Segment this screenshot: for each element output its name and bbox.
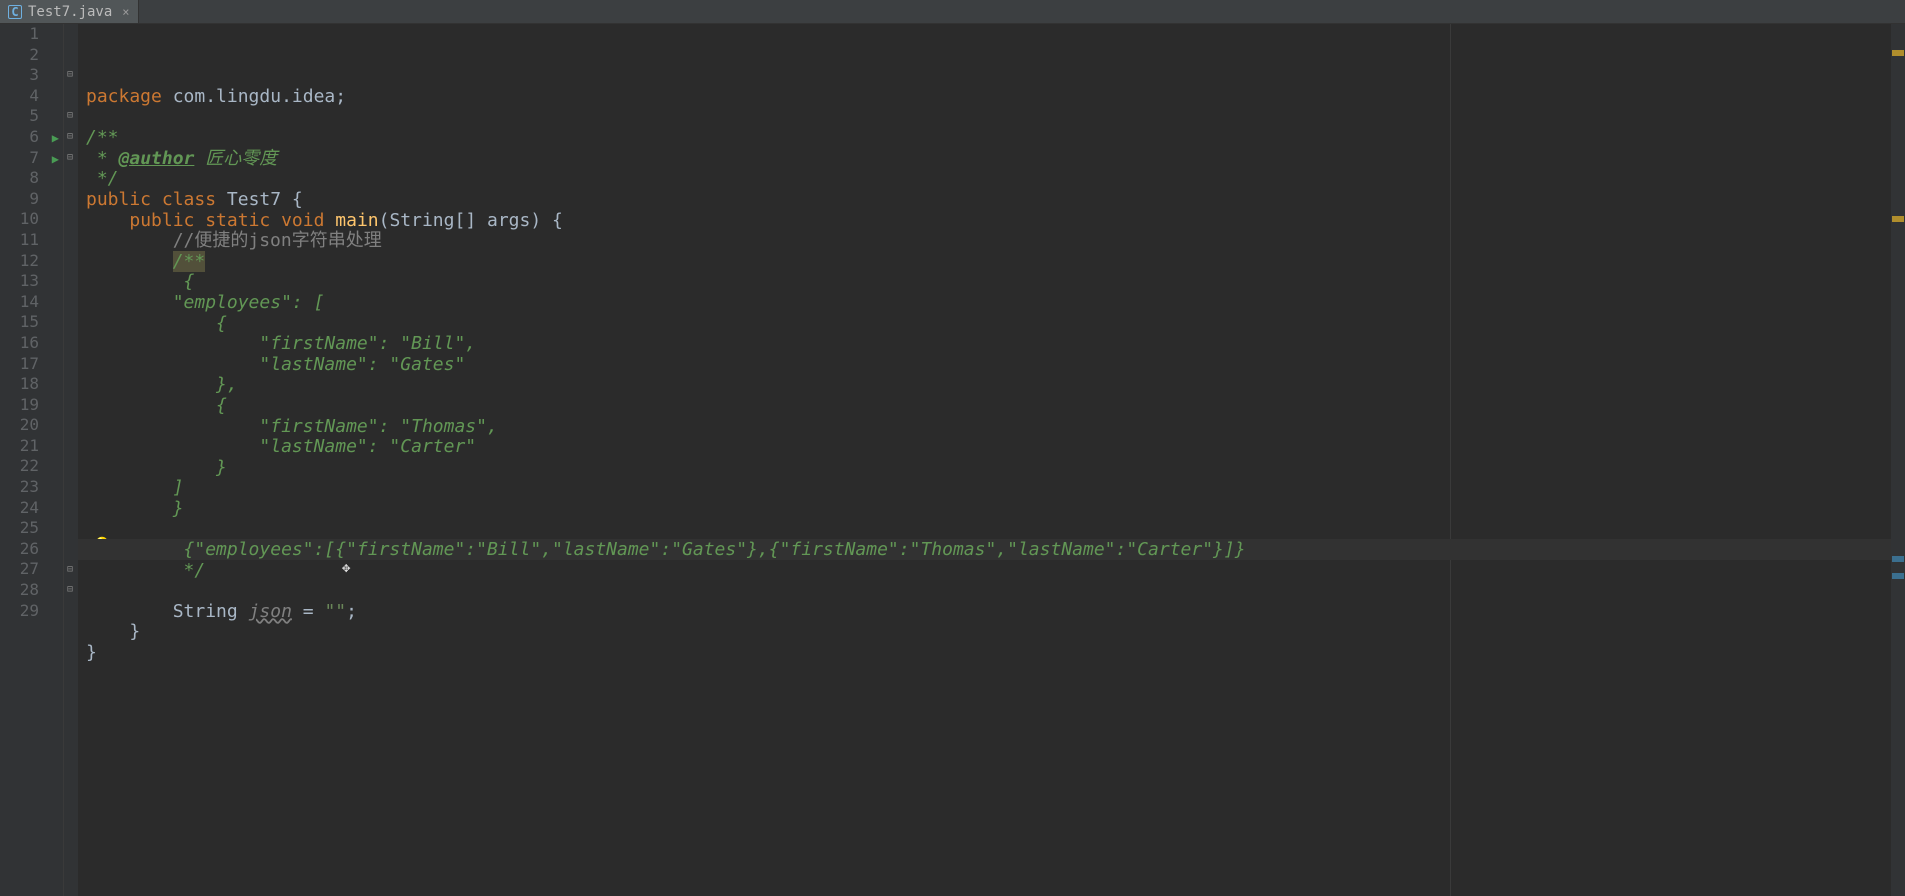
- code-line[interactable]: public static void main(String[] args) {: [86, 211, 1891, 232]
- stripe-marker[interactable]: [1892, 50, 1904, 56]
- line-number[interactable]: 3: [0, 65, 39, 86]
- fold-toggle-icon[interactable]: ⊟: [65, 153, 75, 163]
- code-line[interactable]: [86, 581, 1891, 602]
- code-line[interactable]: {: [86, 314, 1891, 335]
- line-number[interactable]: 2: [0, 45, 39, 66]
- line-number[interactable]: 1: [0, 24, 39, 45]
- line-number[interactable]: 28: [0, 580, 39, 601]
- close-tab-icon[interactable]: ×: [122, 0, 129, 24]
- line-number[interactable]: 10: [0, 209, 39, 230]
- code-line[interactable]: "employees": [: [86, 293, 1891, 314]
- code-line[interactable]: [86, 108, 1891, 129]
- line-number[interactable]: 19: [0, 395, 39, 416]
- line-number[interactable]: 18: [0, 374, 39, 395]
- code-line[interactable]: ]: [86, 478, 1891, 499]
- line-number[interactable]: 27: [0, 559, 39, 580]
- code-line[interactable]: "firstName": "Bill",: [86, 334, 1891, 355]
- line-number[interactable]: 14: [0, 292, 39, 313]
- line-number[interactable]: 20: [0, 415, 39, 436]
- code-editor[interactable]: 123456▶7▶8910111213141516171819202122232…: [0, 24, 1905, 896]
- code-line[interactable]: */: [86, 169, 1891, 190]
- line-number-gutter[interactable]: 123456▶7▶8910111213141516171819202122232…: [0, 24, 64, 896]
- file-tab[interactable]: C Test7.java ×: [0, 0, 139, 23]
- code-line[interactable]: package com.lingdu.idea;: [86, 87, 1891, 108]
- code-area[interactable]: package com.lingdu.idea; /** * @author 匠心…: [78, 24, 1891, 896]
- code-line[interactable]: "lastName": "Gates": [86, 355, 1891, 376]
- line-number[interactable]: 21: [0, 436, 39, 457]
- stripe-marker[interactable]: [1892, 216, 1904, 222]
- code-line[interactable]: public class Test7 {: [86, 190, 1891, 211]
- line-number[interactable]: 29: [0, 601, 39, 622]
- line-number[interactable]: 5: [0, 106, 39, 127]
- run-gutter-icon[interactable]: ▶: [52, 149, 59, 170]
- line-number[interactable]: 11: [0, 230, 39, 251]
- fold-strip[interactable]: ⊟ ⊟ ⊟ ⊟ ⊟ ⊟: [64, 24, 78, 896]
- line-number[interactable]: 22: [0, 456, 39, 477]
- code-line[interactable]: {"employees":[{"firstName":"Bill","lastN…: [86, 540, 1891, 561]
- java-class-icon: C: [8, 5, 22, 19]
- line-number[interactable]: 16: [0, 333, 39, 354]
- code-line[interactable]: * @author 匠心零度: [86, 149, 1891, 170]
- line-number[interactable]: 23: [0, 477, 39, 498]
- fold-toggle-icon[interactable]: ⊟: [65, 111, 75, 121]
- file-tab-label: Test7.java: [28, 0, 112, 24]
- line-number[interactable]: 13: [0, 271, 39, 292]
- code-line[interactable]: */: [86, 561, 1891, 582]
- stripe-marker[interactable]: [1892, 556, 1904, 562]
- line-number[interactable]: 17: [0, 354, 39, 375]
- fold-toggle-icon[interactable]: ⊟: [65, 70, 75, 80]
- fold-toggle-icon[interactable]: ⊟: [65, 132, 75, 142]
- error-stripe[interactable]: [1891, 24, 1905, 896]
- run-gutter-icon[interactable]: ▶: [52, 128, 59, 149]
- code-line[interactable]: String json = "";: [86, 602, 1891, 623]
- code-line[interactable]: }: [86, 458, 1891, 479]
- line-number[interactable]: 9: [0, 189, 39, 210]
- code-line[interactable]: //便捷的json字符串处理: [86, 231, 1891, 252]
- line-number[interactable]: 8: [0, 168, 39, 189]
- code-line[interactable]: }: [86, 643, 1891, 664]
- code-line[interactable]: {: [86, 396, 1891, 417]
- fold-toggle-icon[interactable]: ⊟: [65, 565, 75, 575]
- line-number[interactable]: 4: [0, 86, 39, 107]
- line-number[interactable]: 24: [0, 498, 39, 519]
- line-number[interactable]: 7▶: [0, 148, 39, 169]
- line-number[interactable]: 6▶: [0, 127, 39, 148]
- code-line[interactable]: }: [86, 499, 1891, 520]
- line-number[interactable]: 15: [0, 312, 39, 333]
- code-line[interactable]: },: [86, 375, 1891, 396]
- line-number[interactable]: 25: [0, 518, 39, 539]
- code-line[interactable]: [86, 664, 1891, 685]
- stripe-marker[interactable]: [1892, 573, 1904, 579]
- line-number[interactable]: 26: [0, 539, 39, 560]
- code-line[interactable]: "lastName": "Carter": [86, 437, 1891, 458]
- code-line[interactable]: {: [86, 272, 1891, 293]
- code-line[interactable]: "firstName": "Thomas",: [86, 417, 1891, 438]
- line-number[interactable]: 12: [0, 251, 39, 272]
- code-line[interactable]: /**: [86, 128, 1891, 149]
- fold-toggle-icon[interactable]: ⊟: [65, 585, 75, 595]
- code-line[interactable]: [86, 519, 1891, 540]
- code-line[interactable]: /**: [86, 252, 1891, 273]
- code-line[interactable]: }: [86, 622, 1891, 643]
- editor-tab-bar: C Test7.java ×: [0, 0, 1905, 24]
- source-code[interactable]: package com.lingdu.idea; /** * @author 匠心…: [86, 87, 1891, 684]
